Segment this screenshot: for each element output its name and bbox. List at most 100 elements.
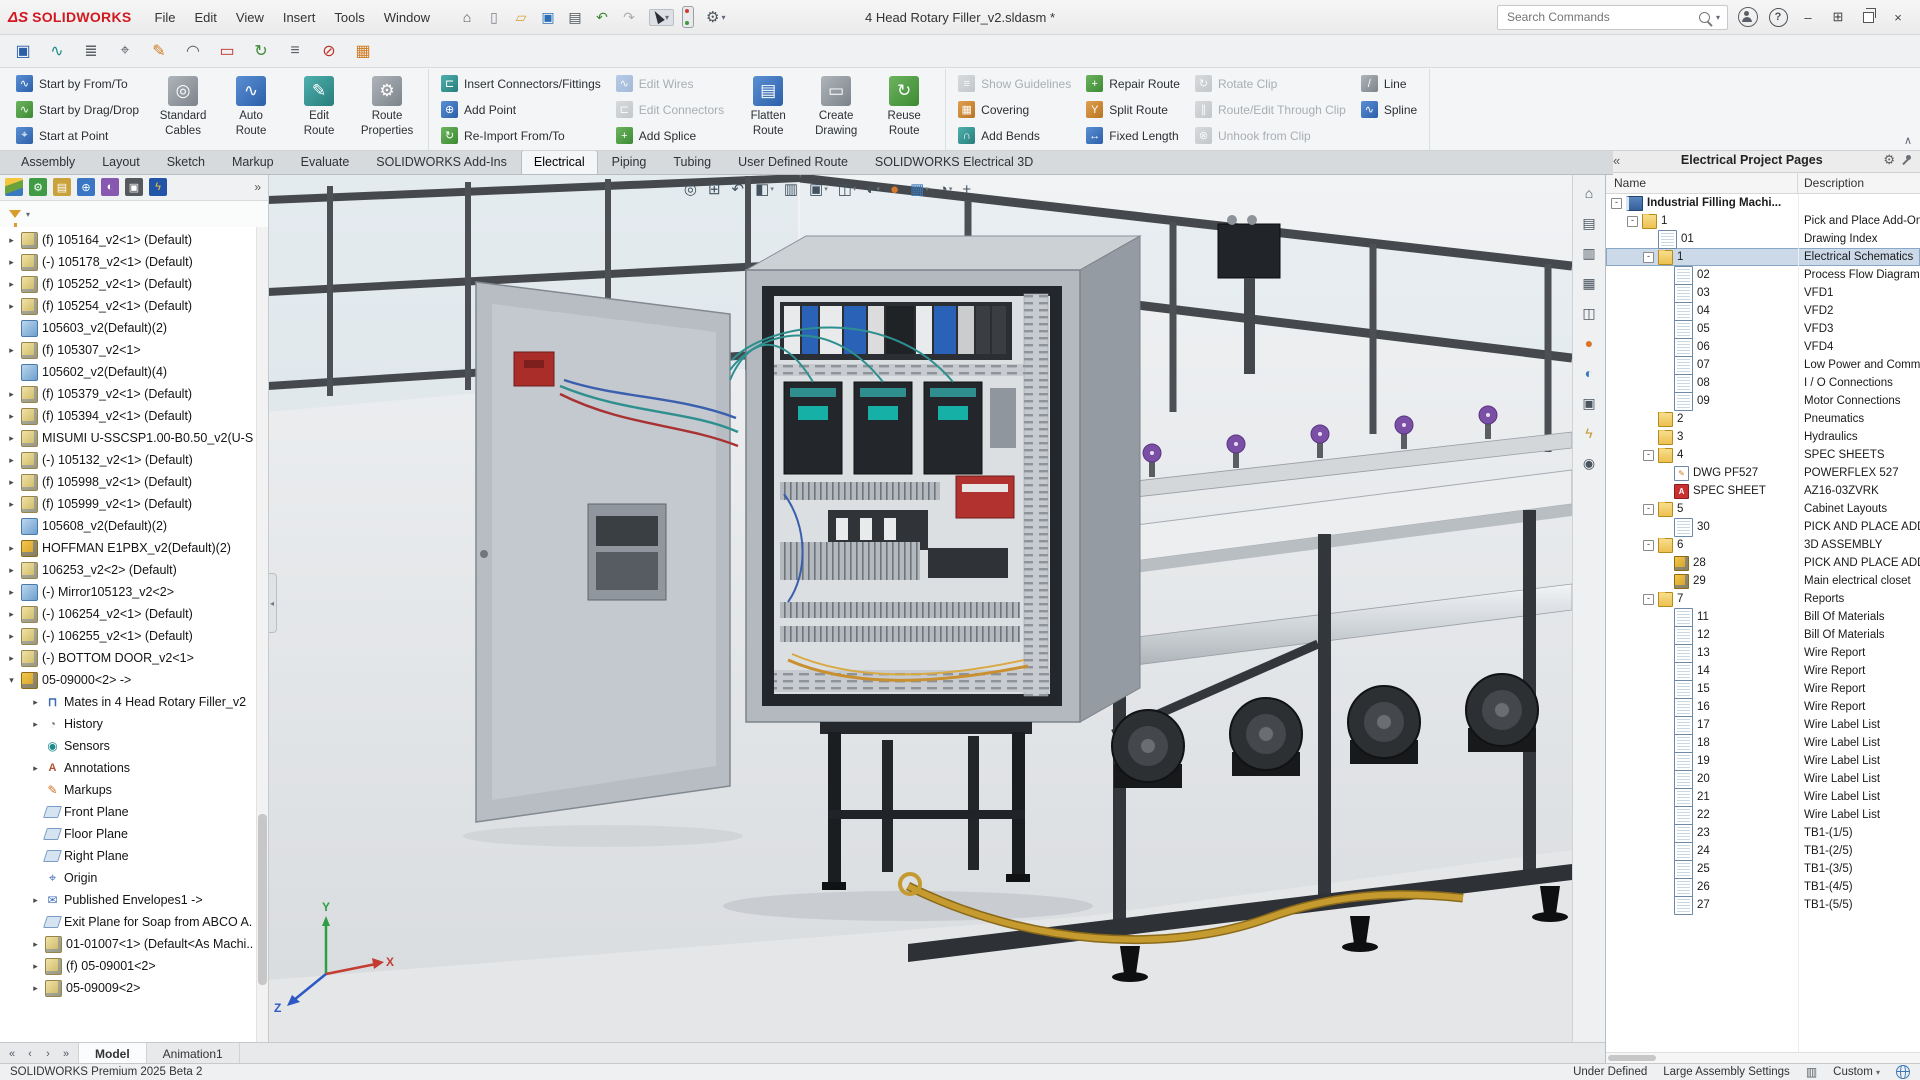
feature-tree-item[interactable]: ▸ (f) 05-09001<2> [0, 955, 257, 977]
tab-assembly[interactable]: Assembly [8, 150, 88, 174]
project-page-row[interactable]: 06 VFD4 [1606, 338, 1920, 356]
account-button[interactable] [1734, 4, 1762, 30]
expand-arrow-icon[interactable]: ▸ [6, 301, 17, 312]
home-icon[interactable]: ⌂ [455, 5, 479, 29]
menu-view[interactable]: View [227, 6, 273, 29]
project-page-row[interactable]: 24 TB1-(2/5) [1606, 842, 1920, 860]
feature-tree-item[interactable]: ▸ 05-09009<2> [0, 977, 257, 999]
new-document-icon[interactable]: ▯ [482, 5, 506, 29]
expand-arrow-icon[interactable]: ▸ [6, 631, 17, 642]
project-page-row[interactable]: 01 Drawing Index [1606, 230, 1920, 248]
last-sheet-button[interactable]: » [59, 1046, 73, 1061]
dynamic-annotation-icon[interactable]: ▥ [784, 180, 799, 198]
prev-sheet-button[interactable]: ‹ [23, 1046, 37, 1061]
menu-file[interactable]: File [146, 6, 185, 29]
edit-connectors-button[interactable]: ⊏ Edit Connectors [611, 97, 729, 122]
forum-icon[interactable]: ◉ [1578, 452, 1600, 474]
feature-tree-item[interactable]: Front Plane [0, 801, 257, 823]
displaymanager-tab-icon[interactable]: ◐ [101, 178, 119, 196]
expand-arrow-icon[interactable]: ▸ [30, 961, 41, 972]
project-page-row[interactable]: 18 Wire Label List [1606, 734, 1920, 752]
insert-connectors-fittings-button[interactable]: ⊏ Insert Connectors/Fittings [436, 71, 606, 96]
start-by-dragdrop-button[interactable]: ∿ Start by Drag/Drop [11, 97, 144, 122]
scrollbar-thumb[interactable] [1608, 1055, 1656, 1061]
add-point-button[interactable]: ⊕ Add Point [436, 97, 606, 122]
feature-tree-item[interactable]: ▸ (-) 106255_v2<1> (Default) [0, 625, 257, 647]
collapse-panel-icon[interactable]: « [1613, 153, 1620, 168]
project-page-row[interactable]: Industrial Filling Machi... [1606, 194, 1920, 212]
project-page-row[interactable]: A SPEC SHEET AZ16-03ZVRK [1606, 482, 1920, 500]
expand-arrow-icon[interactable]: ▸ [30, 983, 41, 994]
feature-tree-item[interactable]: ▸ (f) 105394_v2<1> (Default) [0, 405, 257, 427]
feature-tree-item[interactable]: ▾ 05-09000<2> -> [0, 669, 257, 691]
hide-show-items-icon[interactable]: ◐ ▾ [866, 181, 880, 198]
project-page-row[interactable]: 15 Wire Report [1606, 680, 1920, 698]
expand-arrow-icon[interactable]: ▸ [6, 587, 17, 598]
first-sheet-button[interactable]: « [5, 1046, 19, 1061]
fixed-length-button[interactable]: ↔ Fixed Length [1081, 123, 1185, 148]
project-page-row[interactable]: 20 Wire Label List [1606, 770, 1920, 788]
tab-animation1[interactable]: Animation1 [147, 1043, 240, 1064]
column-name[interactable]: Name [1606, 173, 1798, 193]
edit-route-button[interactable]: ✎ Edit Route [285, 71, 353, 152]
tab-user-defined-route[interactable]: User Defined Route [725, 150, 861, 174]
command-search[interactable]: ▾ [1497, 5, 1728, 30]
electrical-symbols-icon[interactable]: ϟ [1578, 422, 1600, 444]
project-page-row[interactable]: 7 Reports [1606, 590, 1920, 608]
project-page-row[interactable]: 6 3D ASSEMBLY [1606, 536, 1920, 554]
feature-tree-item[interactable]: ▸ ⊓ Mates in 4 Head Rotary Filler_v2 [0, 691, 257, 713]
project-page-row[interactable]: 1 Electrical Schematics [1606, 248, 1920, 266]
edit-appearance-icon[interactable]: ● [890, 181, 900, 198]
menu-insert[interactable]: Insert [274, 6, 325, 29]
expand-arrow-icon[interactable]: ▸ [6, 257, 17, 268]
custom-properties-icon[interactable]: ▣ [1578, 392, 1600, 414]
expand-arrow-icon[interactable]: ▸ [30, 939, 41, 950]
tab-markup[interactable]: Markup [219, 150, 287, 174]
minimize-button[interactable]: – [1794, 4, 1822, 30]
scenes-icon[interactable]: ◐ [1578, 362, 1600, 384]
feature-tree-item[interactable]: ▸ (f) 105252_v2<1> (Default) [0, 273, 257, 295]
project-page-row[interactable]: 3 Hydraulics [1606, 428, 1920, 446]
sketch-wire-icon[interactable]: ✎ [146, 38, 172, 64]
rotate-clip-button[interactable]: ↻ Rotate Clip [1190, 71, 1351, 96]
help-button[interactable]: ? [1764, 4, 1792, 30]
feature-tree-item[interactable]: Floor Plane [0, 823, 257, 845]
arc-segment-icon[interactable]: ◠ [180, 38, 206, 64]
flatten-route-button[interactable]: ▤ Flatten Route [734, 71, 802, 152]
menu-window[interactable]: Window [375, 6, 439, 29]
show-guidelines-button[interactable]: ≡ Show Guidelines [953, 71, 1076, 96]
auto-route-button[interactable]: ∿ Auto Route [217, 71, 285, 152]
expand-arrow-icon[interactable]: ▸ [6, 235, 17, 246]
restore-button[interactable] [1854, 4, 1882, 30]
settings-box-icon[interactable]: ▥ [1806, 1065, 1817, 1079]
expand-arrow-icon[interactable]: ▸ [6, 433, 17, 444]
project-page-row[interactable]: 12 Bill Of Materials [1606, 626, 1920, 644]
feature-tree-item[interactable]: ⌖ Origin [0, 867, 257, 889]
rebuild-icon[interactable] [682, 6, 694, 28]
project-page-row[interactable]: 23 TB1-(1/5) [1606, 824, 1920, 842]
measure-icon[interactable]: ⌖ [112, 38, 138, 64]
save-icon[interactable]: ▣ [536, 5, 560, 29]
route-edit-through-clip-button[interactable]: ∥ Route/Edit Through Clip [1190, 97, 1351, 122]
expander-icon[interactable] [1643, 504, 1654, 515]
expand-arrow-icon[interactable]: ▸ [6, 543, 17, 554]
globe-icon[interactable] [1896, 1065, 1910, 1079]
horizontal-scrollbar[interactable] [1606, 1052, 1920, 1063]
collapse-ribbon-button[interactable]: ∧ [1904, 134, 1912, 147]
featuremanager-tab-icon[interactable] [5, 178, 23, 196]
expand-arrow-icon[interactable]: ▸ [6, 477, 17, 488]
create-drawing-button[interactable]: ▭ Create Drawing [802, 71, 870, 152]
feature-tree-item[interactable]: 105602_v2(Default)(4) [0, 361, 257, 383]
tab-layout[interactable]: Layout [89, 150, 153, 174]
zoom-fit-icon[interactable]: ◎ [684, 180, 698, 198]
project-page-row[interactable]: 22 Wire Label List [1606, 806, 1920, 824]
propertymanager-tab-icon[interactable]: ⚙ [29, 178, 47, 196]
undo-icon[interactable]: ↶ [590, 5, 614, 29]
project-page-row[interactable]: 1 Pick and Place Add-On [1606, 212, 1920, 230]
feature-tree-item[interactable]: ▸ (f) 105254_v2<1> (Default) [0, 295, 257, 317]
pan-icon[interactable]: + [962, 181, 972, 198]
close-button[interactable]: × [1884, 4, 1912, 30]
expand-arrow-icon[interactable]: ▸ [6, 499, 17, 510]
add-bends-button[interactable]: ∩ Add Bends [953, 123, 1076, 148]
feature-tree-item[interactable]: Exit Plane for Soap from ABCO A... [0, 911, 257, 933]
